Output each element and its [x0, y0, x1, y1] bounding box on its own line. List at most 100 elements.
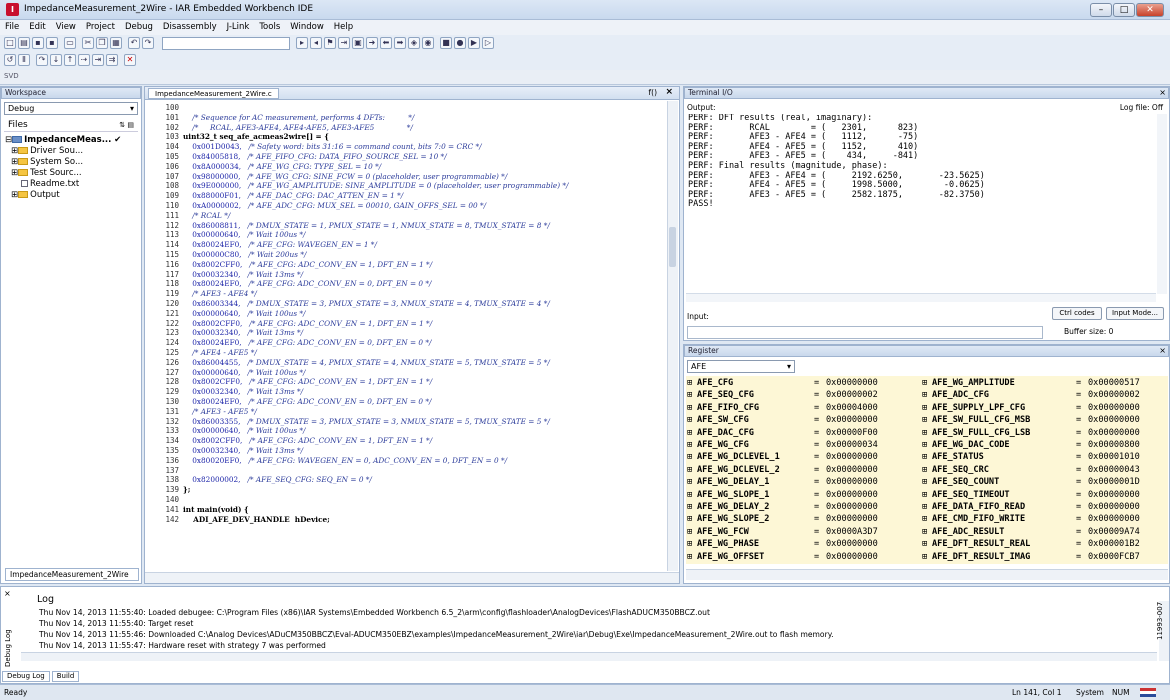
close-window-button[interactable]: ✕ [1136, 3, 1164, 17]
ctrl-codes-button[interactable]: Ctrl codes [1052, 307, 1102, 320]
code-line[interactable]: 0x80020EF0, /* AFE_CFG: WAVEGEN_EN = 0, … [183, 456, 507, 466]
function-navigator-button[interactable]: f() [649, 88, 658, 97]
editor-vertical-scrollbar[interactable] [667, 101, 678, 571]
expand-icon[interactable]: ⊞ [687, 378, 692, 389]
code-line[interactable]: /* AFE3 - AFE5 */ [183, 407, 257, 417]
code-line[interactable]: 0x00000640, /* Wait 100us */ [183, 426, 305, 436]
code-line[interactable]: 0x00032340, /* Wait 13ms */ [183, 446, 303, 456]
expand-icon[interactable]: ⊞ [687, 539, 692, 550]
log-horizontal-scrollbar[interactable] [21, 652, 1157, 661]
editor-file-tab[interactable]: ImpedanceMeasurement_2Wire.c [148, 88, 279, 99]
expand-icon[interactable]: ⊞ [687, 452, 692, 463]
expand-icon[interactable]: ⊞ [922, 539, 927, 550]
terminal-vertical-scrollbar[interactable] [1157, 114, 1167, 294]
code-line[interactable]: 0x82000002, /* AFE_SEQ_CFG: SEQ_EN = 0 *… [183, 475, 372, 485]
code-line[interactable]: /* RCAL */ [183, 211, 230, 221]
download-debug-icon[interactable]: ▶ [468, 37, 480, 49]
code-line[interactable]: 0x8002CFF0, /* AFE_CFG: ADC_CONV_EN = 1,… [183, 377, 432, 387]
code-line[interactable]: /* Sequence for AC measurement, performs… [183, 113, 414, 123]
expand-icon[interactable]: ⊞ [687, 514, 692, 525]
expand-icon[interactable]: ⊞ [922, 527, 927, 538]
expand-icon[interactable]: ⊞ [922, 477, 927, 488]
menu-help[interactable]: Help [329, 20, 358, 35]
navigate-icon[interactable]: ▣ [352, 37, 364, 49]
code-line[interactable]: 0xA0000002, /* AFE_ADC_CFG: MUX_SEL = 00… [183, 201, 486, 211]
break-icon[interactable]: Ⅱ [18, 54, 30, 66]
register-group-select[interactable]: AFE ▾ [687, 360, 795, 373]
expand-icon[interactable]: ⊞ [922, 514, 927, 525]
new-file-icon[interactable]: □ [4, 37, 16, 49]
step-into-icon[interactable]: ↓ [50, 54, 62, 66]
step-over-icon[interactable]: ↷ [36, 54, 48, 66]
language-flag-icon[interactable] [1140, 688, 1156, 697]
expand-icon[interactable]: ⊞ [922, 415, 927, 426]
close-icon[interactable]: × [1159, 346, 1166, 355]
bookmark-icon[interactable]: ⚑ [324, 37, 336, 49]
undo-icon[interactable]: ↶ [128, 37, 140, 49]
debug-without-download-icon[interactable]: ▷ [482, 37, 494, 49]
code-line[interactable]: 0x86003355, /* DMUX_STATE = 3, PMUX_STAT… [183, 417, 550, 427]
expand-icon[interactable]: ⊞ [687, 552, 692, 563]
go-icon[interactable]: ⇉ [106, 54, 118, 66]
back-icon[interactable]: ⬅ [380, 37, 392, 49]
tree-item-driver-sources[interactable]: ⊞ Driver Sou... [11, 146, 83, 157]
expand-icon[interactable]: ⊞ [922, 502, 927, 513]
menu-view[interactable]: View [51, 20, 81, 35]
cut-icon[interactable]: ✂ [82, 37, 94, 49]
code-line[interactable]: ADI_AFE_DEV_HANDLE hDevice; [183, 515, 330, 525]
menu-tools[interactable]: Tools [254, 20, 285, 35]
code-line[interactable]: 0x8002CFF0, /* AFE_CFG: ADC_CONV_EN = 1,… [183, 319, 432, 329]
editor-scroll-thumb[interactable] [669, 227, 676, 267]
code-line[interactable]: int main(void) { [183, 505, 249, 515]
register-horizontal-scrollbar[interactable] [686, 569, 1168, 580]
expand-icon[interactable]: ⊞ [687, 428, 692, 439]
code-line[interactable]: /* AFE4 - AFE5 */ [183, 348, 257, 358]
workspace-tab[interactable]: ImpedanceMeasurement_2Wire [5, 568, 139, 581]
code-line[interactable]: 0x98000000, /* AFE_WG_CFG: SINE_FCW = 0 … [183, 172, 507, 182]
configuration-select[interactable]: Debug ▾ [4, 102, 138, 115]
menu-disassembly[interactable]: Disassembly [158, 20, 222, 35]
code-line[interactable]: 0x00000640, /* Wait 100us */ [183, 230, 305, 240]
code-line[interactable]: 0x001D0043, /* Safety word: bits 31:16 =… [183, 142, 481, 152]
code-line[interactable]: 0x88000F01, /* AFE_DAC_CFG: DAC_ATTEN_EN… [183, 191, 403, 201]
find-combo[interactable] [162, 37, 290, 50]
expand-icon[interactable]: ⊞ [687, 490, 692, 501]
menu-file[interactable]: File [0, 20, 24, 35]
code-line[interactable]: 0x8A000034, /* AFE_WG_CFG: TYPE_SEL = 10… [183, 162, 381, 172]
expand-icon[interactable]: ⊞ [922, 440, 927, 451]
expand-icon[interactable]: ⊞ [922, 490, 927, 501]
code-line[interactable]: 0x8002CFF0, /* AFE_CFG: ADC_CONV_EN = 1,… [183, 260, 432, 270]
expand-icon[interactable]: ⊞ [11, 157, 18, 167]
maximize-button[interactable]: □ [1113, 3, 1135, 17]
reset-icon[interactable]: ↺ [4, 54, 16, 66]
tab-build[interactable]: Build [51, 671, 80, 682]
expand-icon[interactable]: ⊞ [922, 552, 927, 563]
code-line[interactable]: 0x80024EF0, /* AFE_CFG: ADC_CONV_EN = 0,… [183, 338, 431, 348]
open-file-icon[interactable]: ▤ [18, 37, 30, 49]
expand-icon[interactable]: ⊞ [922, 378, 927, 389]
expand-icon[interactable]: ⊞ [687, 502, 692, 513]
code-line[interactable]: 0x80024EF0, /* AFE_CFG: WAVEGEN_EN = 1 *… [183, 240, 377, 250]
toggle-breakpoint-icon[interactable]: ● [454, 37, 466, 49]
expand-icon[interactable]: ⊞ [922, 452, 927, 463]
menu-debug[interactable]: Debug [120, 20, 158, 35]
minimize-button[interactable]: – [1090, 3, 1112, 17]
code-line[interactable]: 0x00000640, /* Wait 100us */ [183, 368, 305, 378]
terminal-horizontal-scrollbar[interactable] [686, 293, 1156, 302]
tree-item-project[interactable]: ⊟ ImpedanceMeas... ✔ [5, 135, 121, 146]
code-line[interactable]: 0x86003344, /* DMUX_STATE = 3, PMUX_STAT… [183, 299, 550, 309]
expand-icon[interactable]: ⊞ [687, 403, 692, 414]
code-line[interactable]: 0x80024EF0, /* AFE_CFG: ADC_CONV_EN = 0,… [183, 397, 431, 407]
expand-icon[interactable]: ⊞ [922, 428, 927, 439]
code-line[interactable]: 0x80024EF0, /* AFE_CFG: ADC_CONV_EN = 0,… [183, 279, 431, 289]
expand-icon[interactable]: ⊞ [687, 415, 692, 426]
expand-icon[interactable]: ⊞ [922, 465, 927, 476]
code-line[interactable]: 0x9E000000, /* AFE_WG_AMPLITUDE: SINE_AM… [183, 181, 568, 191]
code-line[interactable]: }; [183, 485, 190, 495]
code-line[interactable]: 0x84005818, /* AFE_FIFO_CFG: DATA_FIFO_S… [183, 152, 446, 162]
input-mode-button[interactable]: Input Mode... [1106, 307, 1164, 320]
code-line[interactable]: 0x86004455, /* DMUX_STATE = 4, PMUX_STAT… [183, 358, 550, 368]
stop-build-icon[interactable]: ■ [440, 37, 452, 49]
expand-icon[interactable]: ⊞ [11, 190, 18, 200]
editor-horizontal-scrollbar[interactable] [145, 572, 679, 583]
